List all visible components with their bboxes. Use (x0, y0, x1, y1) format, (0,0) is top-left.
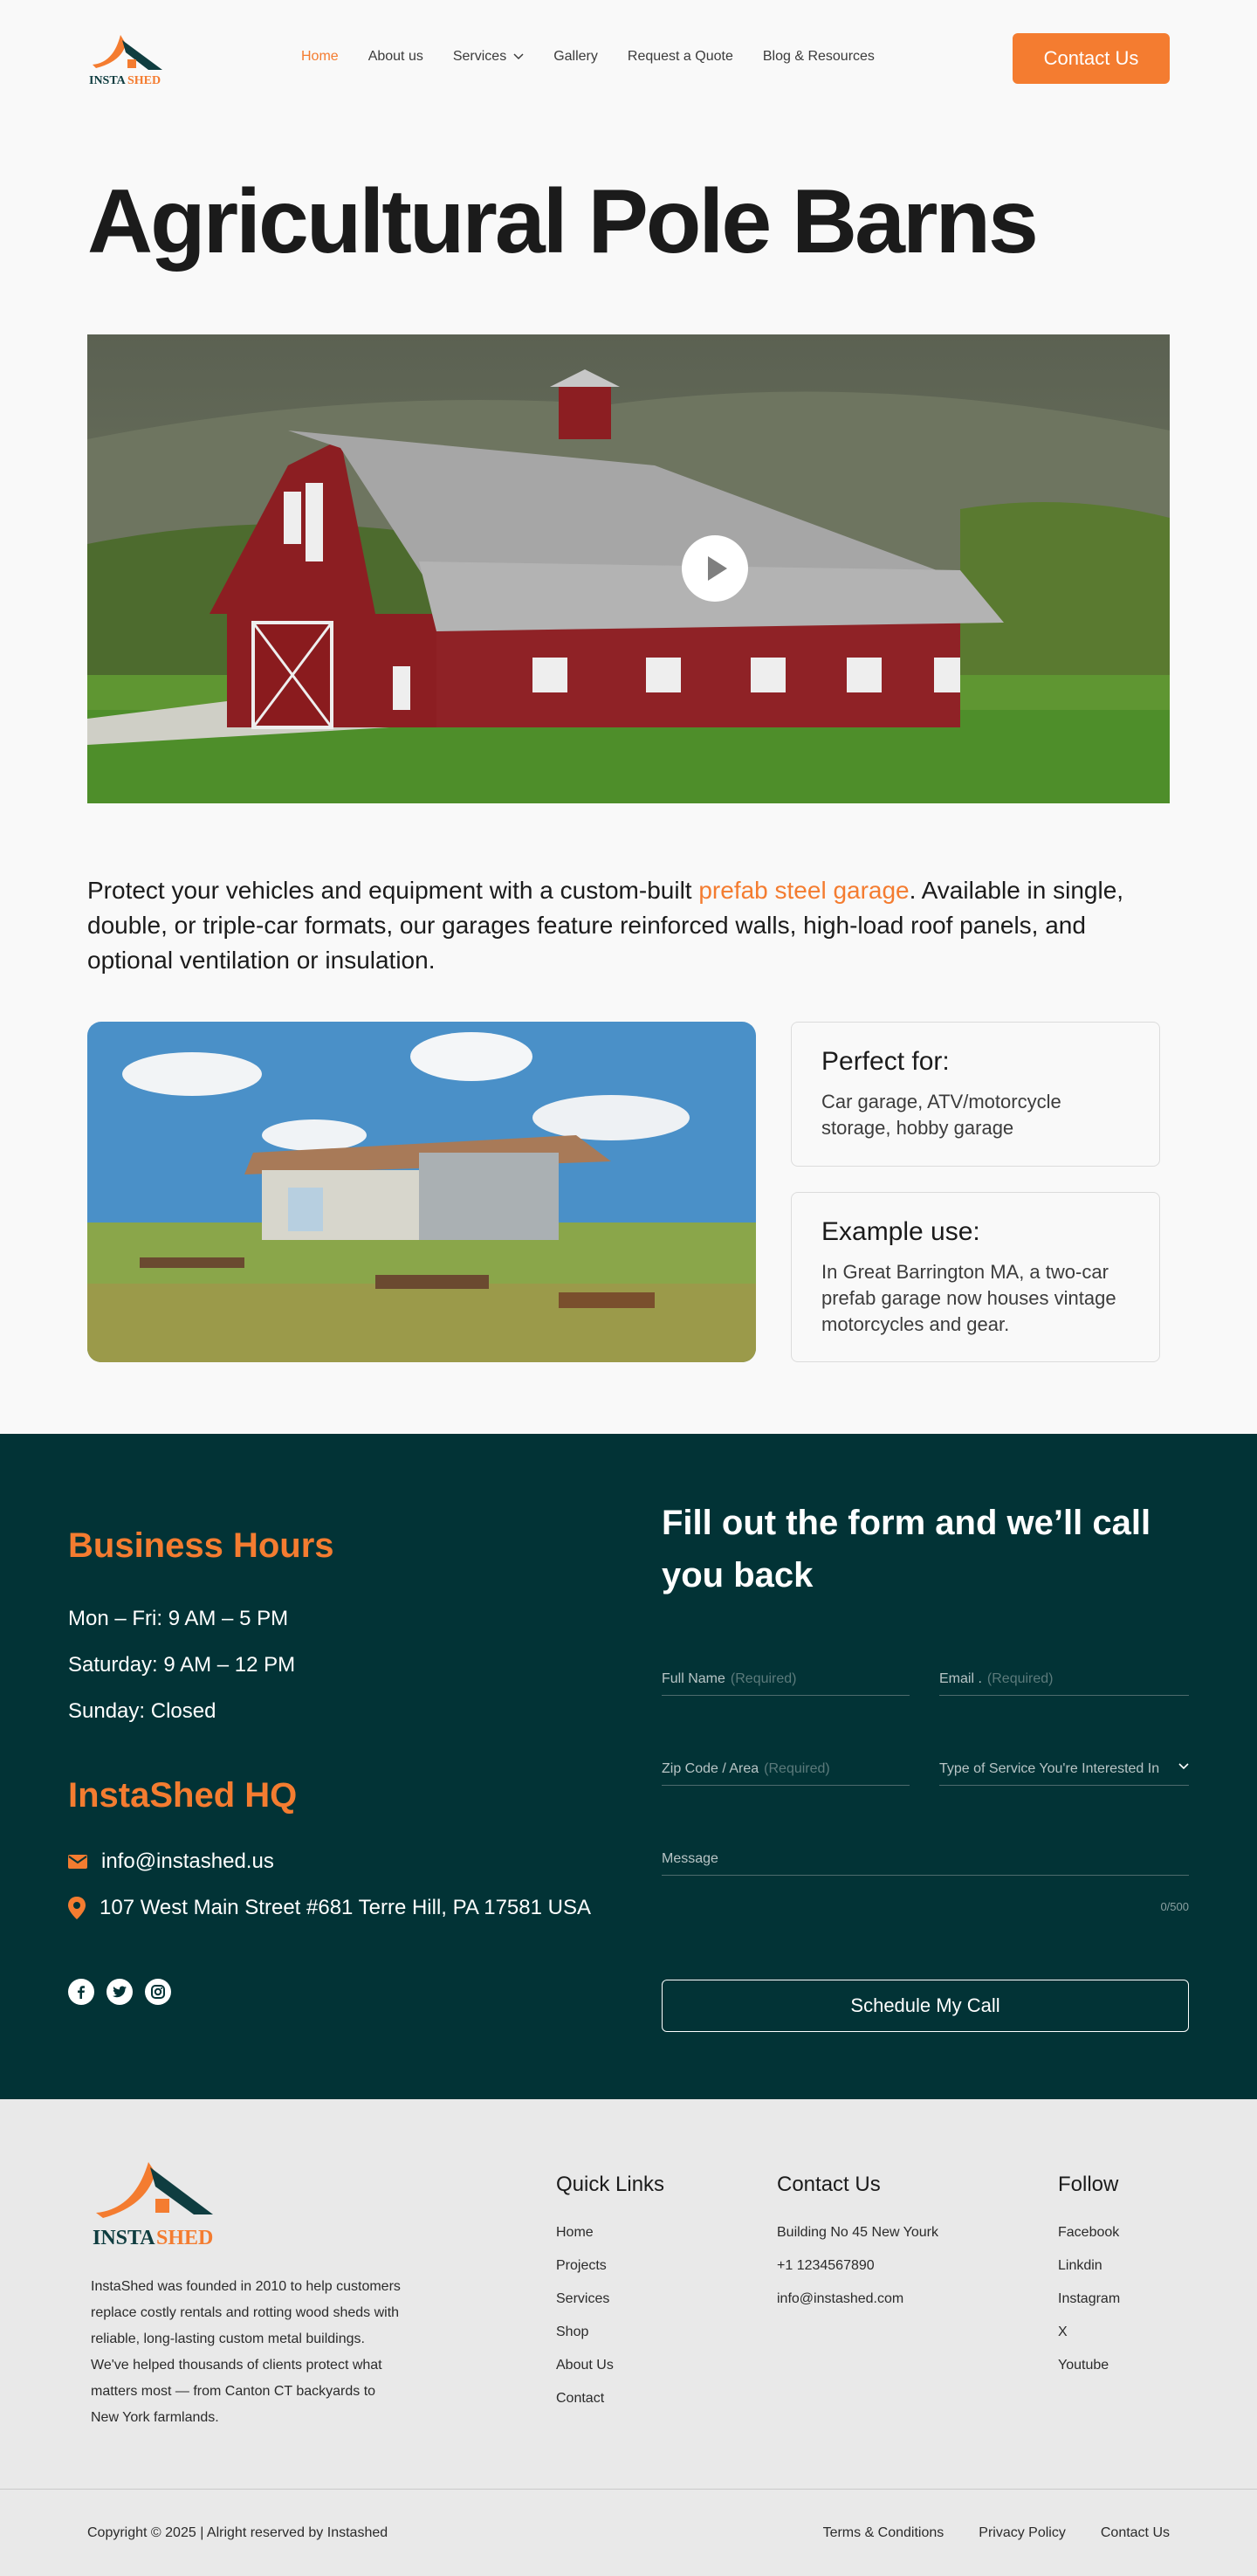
follow-facebook[interactable]: Facebook (1058, 2216, 1120, 2249)
perfect-for-card: Perfect for: Car garage, ATV/motorcycle … (791, 1022, 1160, 1167)
zip-label: Zip Code / Area (662, 1761, 759, 1776)
hours-weekdays: Mon – Fri: 9 AM – 5 PM (68, 1607, 289, 1630)
footer-email[interactable]: info@instashed.com (777, 2283, 938, 2316)
footer-contact-link[interactable]: Contact Us (1101, 2525, 1170, 2541)
svg-text:INSTA: INSTA (93, 2227, 155, 2249)
chevron-down-icon (513, 53, 524, 60)
chevron-down-icon (1178, 1763, 1189, 1770)
footer-link-contact[interactable]: Contact (556, 2382, 664, 2415)
intro-text-before: Protect your vehicles and equipment with… (87, 877, 699, 904)
pole-barn-image (87, 1022, 756, 1362)
prefab-steel-garage-link[interactable]: prefab steel garage (698, 877, 909, 904)
contact-us-column: Contact Us Building No 45 New Yourk +1 1… (777, 2173, 938, 2316)
footer-link-home[interactable]: Home (556, 2216, 664, 2249)
privacy-link[interactable]: Privacy Policy (979, 2525, 1066, 2541)
legal-links: Terms & Conditions Privacy Policy Contac… (823, 2525, 1170, 2541)
svg-text:SHED: SHED (156, 2227, 213, 2249)
play-icon (708, 556, 727, 581)
site-header: INSTA SHED Home About us Services Galler… (0, 0, 1257, 117)
follow-instagram[interactable]: Instagram (1058, 2283, 1120, 2316)
social-links (68, 1979, 171, 2005)
contact-us-button[interactable]: Contact Us (1013, 33, 1170, 84)
instashed-logo[interactable]: INSTA SHED (87, 30, 168, 89)
zip-code-field[interactable]: Zip Code / Area (Required) (662, 1742, 910, 1786)
nav-gallery[interactable]: Gallery (553, 49, 598, 65)
page-title: Agricultural Pole Barns (87, 171, 1039, 272)
footer-link-about[interactable]: About Us (556, 2349, 664, 2382)
hq-address-text: 107 West Main Street #681 Terre Hill, PA… (100, 1896, 591, 1919)
follow-x[interactable]: X (1058, 2316, 1120, 2349)
site-footer: INSTA SHED InstaShed was founded in 2010… (0, 2099, 1257, 2576)
hq-title: InstaShed HQ (68, 1776, 298, 1815)
form-title: Fill out the form and we’ll call you bac… (662, 1504, 1151, 1595)
field-label: Email . (Required) (939, 1671, 1054, 1687)
footer-link-projects[interactable]: Projects (556, 2249, 664, 2283)
message-field[interactable]: Message (662, 1832, 1189, 1876)
card-text: Car garage, ATV/motorcycle storage, hobb… (821, 1091, 1061, 1139)
nav-about-us[interactable]: About us (368, 49, 423, 65)
required-label: (Required) (730, 1671, 797, 1686)
terms-link[interactable]: Terms & Conditions (823, 2525, 944, 2541)
instagram-icon[interactable] (145, 1979, 171, 2005)
nav-blog-resources[interactable]: Blog & Resources (763, 49, 875, 65)
hero-video[interactable] (87, 334, 1170, 803)
hours-sunday: Sunday: Closed (68, 1699, 216, 1723)
service-type-select[interactable]: Type of Service You're Interested In (939, 1742, 1189, 1786)
facebook-icon[interactable] (68, 1979, 94, 2005)
field-label: Full Name (Required) (662, 1671, 797, 1687)
company-about: InstaShed was founded in 2010 to help cu… (91, 2279, 401, 2425)
follow-youtube[interactable]: Youtube (1058, 2349, 1120, 2382)
hq-email[interactable]: info@instashed.us (68, 1849, 274, 1874)
required-label: (Required) (764, 1761, 830, 1776)
hq-address: 107 West Main Street #681 Terre Hill, PA… (68, 1896, 591, 1920)
email-field[interactable]: Email . (Required) (939, 1652, 1189, 1696)
nav-request-quote[interactable]: Request a Quote (628, 49, 733, 65)
follow-linkedin[interactable]: Linkdin (1058, 2249, 1120, 2283)
footer-address: Building No 45 New Yourk (777, 2225, 939, 2240)
hours-saturday: Saturday: 9 AM – 12 PM (68, 1653, 296, 1677)
nav-home[interactable]: Home (301, 49, 339, 65)
footer-divider (0, 2489, 1257, 2490)
hq-email-text: info@instashed.us (101, 1849, 274, 1873)
follow-column: Follow Facebook Linkdin Instagram X Yout… (1058, 2173, 1120, 2382)
card-title: Perfect for: (821, 1047, 950, 1076)
copyright-text: Copyright © 2025 | Alright reserved by I… (87, 2525, 388, 2540)
svg-text:SHED: SHED (127, 74, 161, 87)
required-label: (Required) (986, 1671, 1054, 1686)
full-name-label: Full Name (662, 1671, 725, 1686)
field-label: Zip Code / Area (Required) (662, 1761, 830, 1777)
main-nav: Home About us Services Gallery Request a… (301, 49, 875, 65)
footer-logo[interactable]: INSTA SHED (91, 2155, 218, 2253)
twitter-icon[interactable] (106, 1979, 133, 2005)
mail-icon (68, 1855, 87, 1869)
full-name-field[interactable]: Full Name (Required) (662, 1652, 910, 1696)
message-label: Message (662, 1851, 718, 1866)
character-counter: 0/500 (1160, 1900, 1189, 1913)
footer-link-shop[interactable]: Shop (556, 2316, 664, 2349)
schedule-call-button[interactable]: Schedule My Call (662, 1980, 1189, 2032)
footer-link-services[interactable]: Services (556, 2283, 664, 2316)
intro-paragraph: Protect your vehicles and equipment with… (87, 873, 1170, 978)
service-type-label: Type of Service You're Interested In (939, 1761, 1160, 1776)
quick-links-column: Quick Links Home Projects Services Shop … (556, 2173, 664, 2415)
email-label: Email . (939, 1671, 982, 1686)
svg-text:INSTA: INSTA (89, 74, 127, 87)
nav-services-label: Services (452, 49, 507, 64)
contact-us-title: Contact Us (777, 2173, 881, 2196)
footer-phone[interactable]: +1 1234567890 (777, 2249, 938, 2283)
card-text: In Great Barrington MA, a two-car prefab… (821, 1261, 1116, 1335)
contact-section: Business Hours Mon – Fri: 9 AM – 5 PM Sa… (0, 1434, 1257, 2099)
business-hours-title: Business Hours (68, 1526, 334, 1565)
card-title: Example use: (821, 1217, 980, 1246)
quick-links-title: Quick Links (556, 2173, 665, 2196)
example-use-card: Example use: In Great Barrington MA, a t… (791, 1192, 1160, 1362)
red-barn-image (87, 334, 1170, 803)
play-video-button[interactable] (682, 535, 748, 602)
business-hours-list: Mon – Fri: 9 AM – 5 PM Saturday: 9 AM – … (68, 1595, 295, 1734)
location-pin-icon (68, 1897, 86, 1919)
follow-title: Follow (1058, 2173, 1119, 2196)
nav-services[interactable]: Services (453, 49, 524, 65)
